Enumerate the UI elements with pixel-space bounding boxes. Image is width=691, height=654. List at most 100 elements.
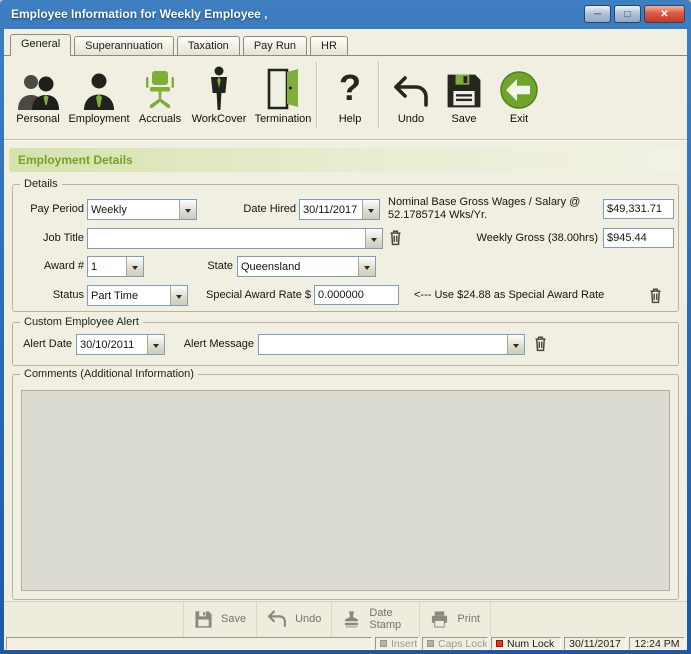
date-hired-select[interactable]: 30/11/2017: [299, 199, 380, 220]
toolbar-accruals-button[interactable]: Accruals: [130, 60, 190, 134]
toolbar-help-button[interactable]: ? Help: [320, 60, 380, 134]
toolbar-save-button[interactable]: Save: [434, 60, 494, 134]
chevron-down-icon[interactable]: [179, 200, 196, 219]
date-hired-label: Date Hired: [243, 203, 296, 215]
state-value: Queensland: [241, 260, 301, 273]
app-window: Employee Information for Weekly Employee…: [0, 0, 691, 654]
toolbar-personal-button[interactable]: Personal: [8, 60, 68, 134]
job-title-select[interactable]: [87, 228, 383, 249]
chevron-down-icon[interactable]: [362, 200, 379, 219]
tab-general[interactable]: General: [10, 34, 72, 56]
window-title: Employee Information for Weekly Employee…: [11, 7, 268, 21]
people-icon: [17, 60, 59, 110]
footer-date-stamp-button[interactable]: Date Stamp: [331, 601, 419, 637]
toolbar-termination-button[interactable]: Termination: [253, 60, 313, 134]
chevron-down-icon[interactable]: [365, 229, 382, 248]
comments-textarea[interactable]: [21, 390, 670, 591]
date-hired-value: 30/11/2017: [303, 203, 358, 216]
tab-pay-run[interactable]: Pay Run: [242, 36, 308, 55]
toolbar-employment-button[interactable]: Employment: [68, 60, 130, 134]
toolbar-undo-button[interactable]: Undo: [381, 60, 441, 134]
floppy-disk-icon: [446, 60, 482, 110]
toolbar-personal-label: Personal: [16, 113, 60, 125]
num-lock-indicator-icon: [496, 640, 503, 647]
stamp-icon: [342, 610, 361, 629]
tab-superannuation[interactable]: Superannuation: [74, 36, 174, 55]
tab-hr[interactable]: HR: [310, 36, 348, 55]
exit-arrow-icon: [499, 60, 539, 110]
office-chair-icon: [141, 60, 179, 110]
chevron-down-icon[interactable]: [358, 257, 375, 276]
details-legend: Details: [20, 178, 62, 190]
toolbar-exit-label: Exit: [509, 113, 529, 125]
toolbar-accruals-label: Accruals: [138, 113, 182, 125]
footer-save-button[interactable]: Save: [183, 601, 256, 637]
toolbar-help-label: Help: [338, 113, 362, 125]
alert-date-select[interactable]: 30/10/2011: [76, 334, 165, 355]
maximize-button[interactable]: □: [614, 5, 641, 23]
toolbar-exit-button[interactable]: Exit: [489, 60, 549, 134]
toolbar-separator: [378, 62, 379, 128]
chevron-down-icon[interactable]: [147, 335, 164, 354]
clear-job-title-trash-icon[interactable]: [388, 229, 404, 247]
footer-print-label: Print: [457, 613, 480, 625]
chevron-down-icon[interactable]: [507, 335, 524, 354]
undo-arrow-icon: [267, 610, 287, 628]
nominal-wages-label: Nominal Base Gross Wages / Salary @52.17…: [388, 196, 581, 221]
window-controls: ─ □ ✕: [584, 5, 685, 23]
clear-special-rate-trash-icon[interactable]: [648, 287, 664, 305]
worker-person-icon: [206, 60, 232, 110]
status-label: Status: [52, 289, 84, 301]
nominal-wages-input[interactable]: [603, 199, 674, 219]
pay-period-select[interactable]: Weekly: [87, 199, 197, 220]
tab-taxation[interactable]: Taxation: [176, 36, 240, 55]
maximize-icon: □: [624, 8, 631, 20]
toolbar-workcover-label: WorkCover: [191, 113, 247, 125]
special-award-rate-label: Special Award Rate $: [206, 289, 311, 301]
comments-legend: Comments (Additional Information): [20, 368, 198, 380]
alert-message-select[interactable]: [258, 334, 525, 355]
status-message-area: [6, 637, 372, 650]
footer-undo-button[interactable]: Undo: [256, 601, 331, 637]
pay-period-label: Pay Period: [30, 203, 84, 215]
weekly-gross-input[interactable]: [603, 228, 674, 248]
clear-alert-trash-icon[interactable]: [533, 335, 549, 353]
state-label: State: [207, 260, 233, 272]
chevron-down-icon[interactable]: [170, 286, 187, 305]
special-award-rate-hint: <--- Use $24.88 as Special Award Rate: [414, 289, 605, 301]
insert-indicator-icon: [380, 640, 387, 647]
status-value: Part Time: [91, 289, 139, 302]
question-mark-icon: ?: [339, 67, 361, 108]
status-insert-label: Insert: [391, 637, 418, 650]
status-num-lock: Num Lock: [491, 637, 561, 650]
status-time-value: 12:24 PM: [634, 637, 680, 650]
chevron-down-icon[interactable]: [126, 257, 143, 276]
status-date: 30/11/2017: [564, 637, 626, 650]
person-icon: [81, 60, 117, 110]
door-icon: [265, 60, 301, 110]
status-caps-lock-label: Caps Lock: [438, 637, 488, 650]
alert-message-label: Alert Message: [183, 338, 254, 350]
award-number-value: 1: [91, 260, 98, 273]
alert-date-label: Alert Date: [23, 338, 72, 350]
toolbar-undo-label: Undo: [397, 113, 425, 125]
status-select[interactable]: Part Time: [87, 285, 188, 306]
state-select[interactable]: Queensland: [237, 256, 376, 277]
toolbar-workcover-button[interactable]: WorkCover: [189, 60, 249, 134]
special-award-rate-input[interactable]: [314, 285, 399, 305]
close-button[interactable]: ✕: [644, 5, 685, 23]
minimize-button[interactable]: ─: [584, 5, 611, 23]
status-bar: Insert Caps Lock Num Lock 30/11/2017 12:…: [4, 637, 687, 650]
award-number-label: Award #: [43, 260, 84, 272]
toolbar-separator: [316, 62, 317, 128]
status-caps-lock: Caps Lock: [422, 637, 488, 650]
section-header: Employment Details: [9, 148, 682, 172]
award-number-select[interactable]: 1: [87, 256, 144, 277]
save-icon: [194, 610, 213, 629]
footer-save-label: Save: [221, 613, 247, 625]
footer-print-button[interactable]: Print: [419, 601, 491, 637]
footer-date-stamp-label: Date Stamp: [369, 607, 402, 631]
toolbar-employment-label: Employment: [68, 113, 130, 125]
footer-toolbar: Save Undo Date Stamp Print: [183, 601, 491, 637]
tab-bar: General Superannuation Taxation Pay Run …: [4, 33, 687, 56]
